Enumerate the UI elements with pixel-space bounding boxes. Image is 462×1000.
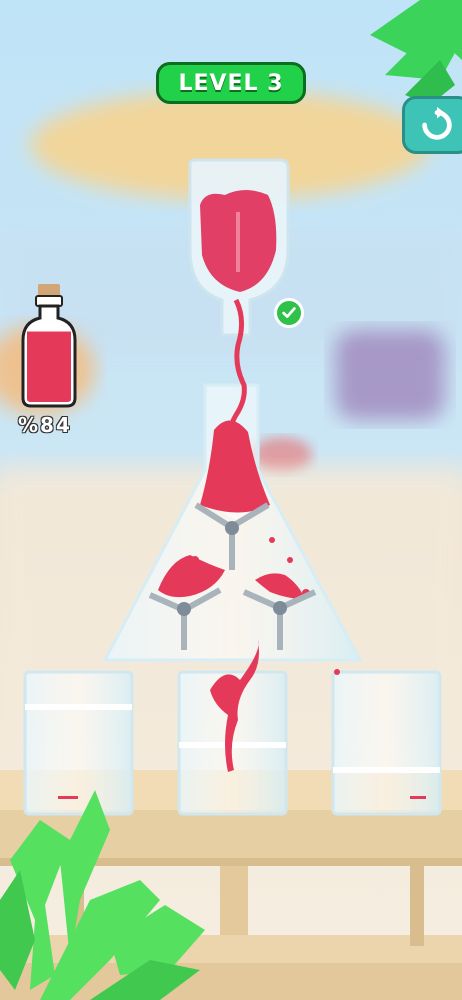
background-purple-prop	[335, 330, 445, 420]
glass-right	[331, 669, 442, 816]
background-red-prop	[252, 437, 312, 473]
fill-percent: %84	[18, 413, 72, 437]
level-label: LEVEL 3	[178, 70, 284, 96]
restart-icon	[422, 106, 452, 140]
level-badge: LEVEL 3	[156, 62, 306, 104]
restart-button[interactable]	[402, 96, 462, 154]
glass-left	[23, 670, 134, 816]
game-scene	[0, 0, 462, 1000]
check-icon	[274, 298, 304, 328]
